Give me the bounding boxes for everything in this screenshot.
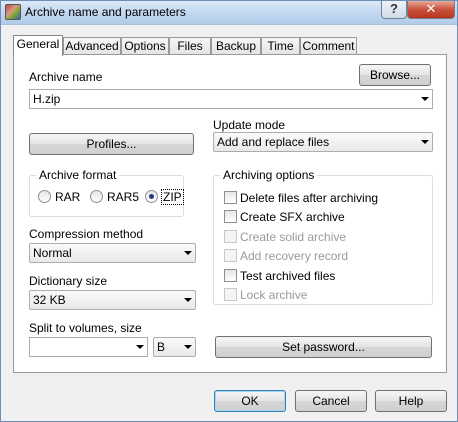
test-files-checkbox[interactable] [224,269,237,282]
tab-files[interactable]: Files [169,37,211,55]
title-bar[interactable]: Archive name and parameters ? ✕ [1,1,457,25]
delete-files-label[interactable]: Delete files after archiving [240,191,378,205]
tab-comment[interactable]: Comment [300,37,357,55]
archiving-options-group: Archiving options Delete files after arc… [213,168,433,305]
dictionary-size-label: Dictionary size [29,274,108,288]
tab-general[interactable]: General [13,35,63,56]
dictionary-size-value: 32 KB [33,293,66,307]
tab-options[interactable]: Options [121,37,169,55]
create-sfx-label[interactable]: Create SFX archive [240,210,345,224]
update-mode-label: Update mode [213,118,286,132]
update-mode-select[interactable]: Add and replace files [213,132,433,152]
cancel-button[interactable]: Cancel [295,390,367,412]
delete-files-checkbox[interactable] [224,191,237,204]
chevron-down-icon [184,345,192,349]
archiving-options-label: Archiving options [220,168,318,182]
archive-format-label: Archive format [36,168,120,182]
update-mode-value: Add and replace files [217,135,330,149]
chevron-down-icon [184,251,192,255]
chevron-down-icon [421,97,429,101]
split-unit-select[interactable]: B [153,337,196,357]
chevron-down-icon [184,298,192,302]
compression-method-label: Compression method [29,227,144,241]
set-password-button[interactable]: Set password... [215,336,432,358]
create-sfx-checkbox[interactable] [224,210,237,223]
archive-name-input[interactable]: H.zip [29,89,433,109]
help-button[interactable]: Help [375,390,447,412]
archive-format-group: Archive format RAR RAR5 ZIP [29,168,184,217]
ok-button[interactable]: OK [214,390,286,412]
recovery-record-label: Add recovery record [240,249,349,263]
radio-zip-label[interactable]: ZIP [161,189,184,205]
split-unit-value: B [157,340,166,354]
compression-method-value: Normal [33,246,72,260]
radio-rar5-label[interactable]: RAR5 [107,190,139,204]
compression-method-select[interactable]: Normal [29,243,196,263]
close-title-button[interactable]: ✕ [407,1,455,19]
help-title-button[interactable]: ? [381,1,407,19]
dictionary-size-select[interactable]: 32 KB [29,290,196,310]
radio-rar-label[interactable]: RAR [55,190,80,204]
chevron-down-icon [136,345,144,349]
radio-zip[interactable] [145,190,158,203]
split-volumes-label: Split to volumes, size [29,321,142,335]
profiles-button[interactable]: Profiles... [29,133,194,155]
general-panel: Archive name Browse... H.zip Update mode… [13,54,447,373]
lock-archive-checkbox [224,288,237,301]
tab-backup[interactable]: Backup [211,37,261,55]
recovery-record-checkbox [224,249,237,262]
chevron-down-icon [421,140,429,144]
winrar-app-icon [5,4,21,20]
create-solid-checkbox [224,230,237,243]
test-files-label[interactable]: Test archived files [240,269,335,283]
create-solid-label: Create solid archive [240,230,347,244]
archive-name-value: H.zip [33,92,61,106]
archive-name-label: Archive name [29,70,103,84]
window-title: Archive name and parameters [25,5,186,19]
tab-advanced[interactable]: Advanced [63,37,121,55]
split-volumes-input[interactable] [29,337,148,357]
radio-rar[interactable] [38,190,51,203]
archive-dialog: Archive name and parameters ? ✕ General … [0,0,458,422]
lock-archive-label: Lock archive [240,288,308,302]
tab-time[interactable]: Time [261,37,300,55]
radio-rar5[interactable] [90,190,103,203]
browse-button[interactable]: Browse... [359,64,431,86]
